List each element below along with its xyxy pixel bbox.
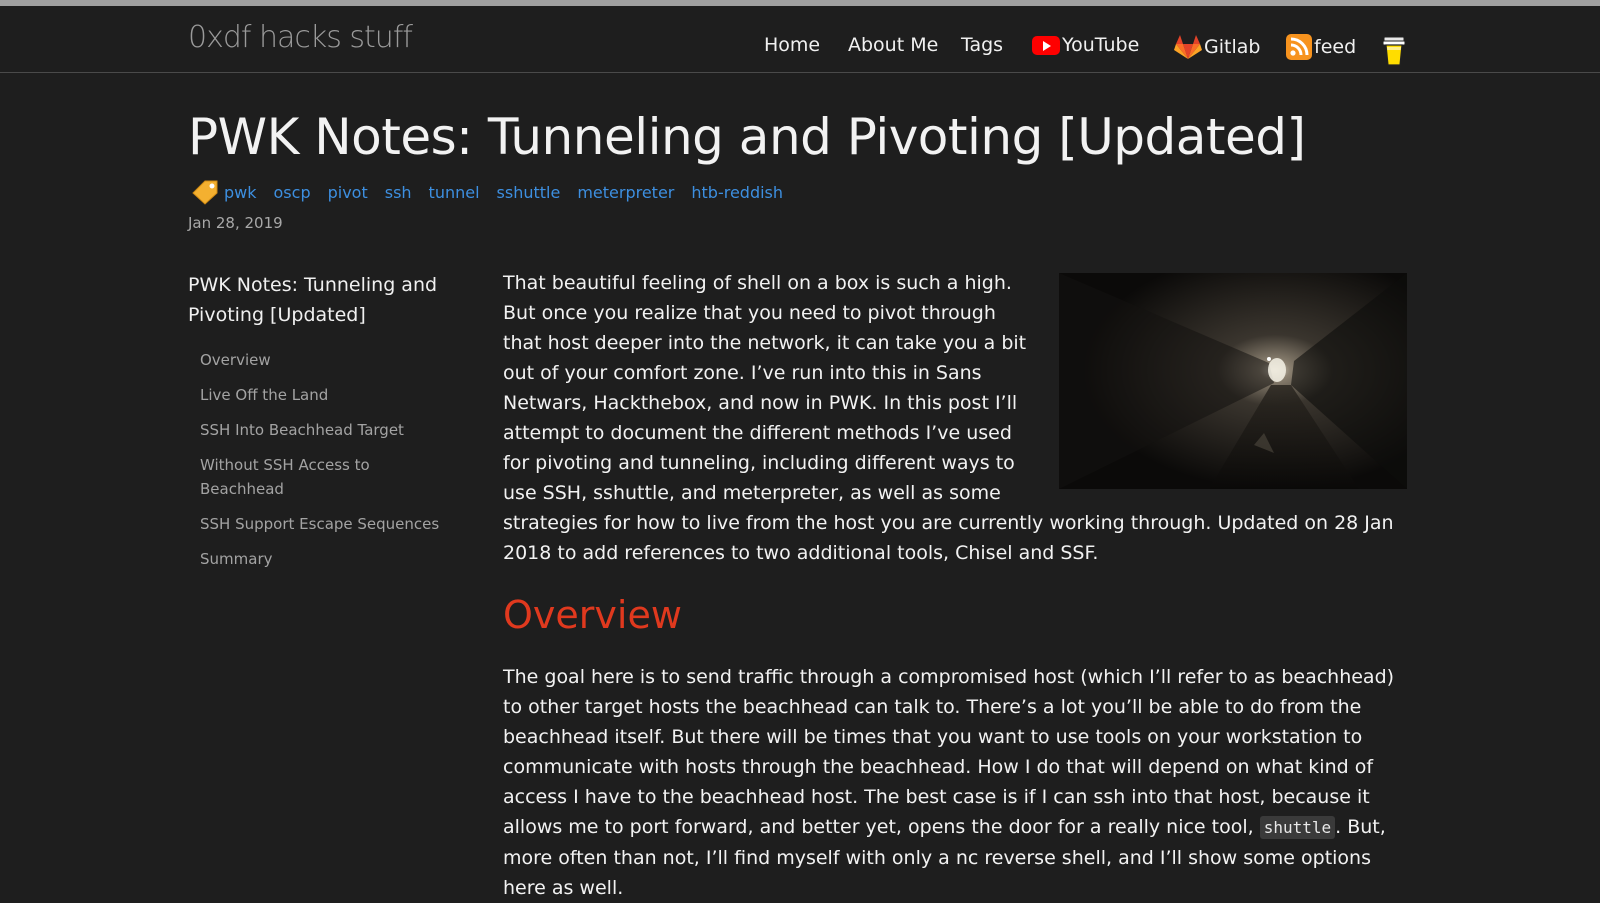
site-header: 0xdf hacks stuff Home About Me Tags YouT… [0,6,1600,73]
tag-link[interactable]: tunnel [429,183,480,202]
tag-icon [192,180,218,205]
toc-item-summary[interactable]: Summary [200,550,273,568]
tag-link[interactable]: pwk [224,183,257,202]
toc-item-escape-sequences[interactable]: SSH Support Escape Sequences [200,515,439,533]
tag-link[interactable]: pivot [328,183,368,202]
toc-item-ssh-into-beachhead[interactable]: SSH Into Beachhead Target [200,421,404,439]
overview-heading: Overview [503,593,682,637]
nav-youtube-label: YouTube [1062,34,1140,56]
toc-title: PWK Notes: Tunneling and Pivoting [Updat… [188,274,438,326]
main-nav: Home About Me Tags YouTube Gitlab feed [0,34,1600,64]
buy-me-a-coffee-icon[interactable] [1381,34,1407,68]
nav-gitlab-label: Gitlab [1204,36,1261,58]
inline-code: shuttle [1259,816,1336,839]
overview-text-before: The goal here is to send traffic through… [503,666,1395,838]
nav-about[interactable]: About Me [848,34,938,56]
tag-link[interactable]: sshuttle [497,183,561,202]
tunnel-image [1059,273,1407,489]
tag-link[interactable]: meterpreter [577,183,674,202]
nav-youtube[interactable]: YouTube [1032,34,1139,56]
post-tags: pwk oscp pivot ssh tunnel sshuttle meter… [190,178,800,206]
toc-item-live-off-the-land[interactable]: Live Off the Land [200,386,328,404]
post-date: Jan 28, 2019 [188,214,283,232]
toc-item-without-ssh[interactable]: Without SSH Access to Beachhead [200,456,370,498]
post-content: That beautiful feeling of shell on a box… [503,268,1407,903]
nav-tags[interactable]: Tags [961,34,1003,56]
youtube-icon [1032,35,1060,55]
nav-gitlab[interactable]: Gitlab [1174,34,1260,60]
tag-link[interactable]: htb-reddish [691,183,783,202]
rss-icon [1286,34,1312,60]
nav-feed[interactable]: feed [1286,34,1356,60]
nav-home[interactable]: Home [764,34,820,56]
toc-item-overview[interactable]: Overview [200,351,271,369]
post-title: PWK Notes: Tunneling and Pivoting [Updat… [188,108,1306,166]
tag-link[interactable]: ssh [385,183,412,202]
table-of-contents: PWK Notes: Tunneling and Pivoting [Updat… [188,270,448,582]
gitlab-icon [1174,34,1202,60]
overview-paragraph: The goal here is to send traffic through… [503,662,1407,903]
tag-link[interactable]: oscp [274,183,311,202]
nav-feed-label: feed [1314,36,1357,58]
